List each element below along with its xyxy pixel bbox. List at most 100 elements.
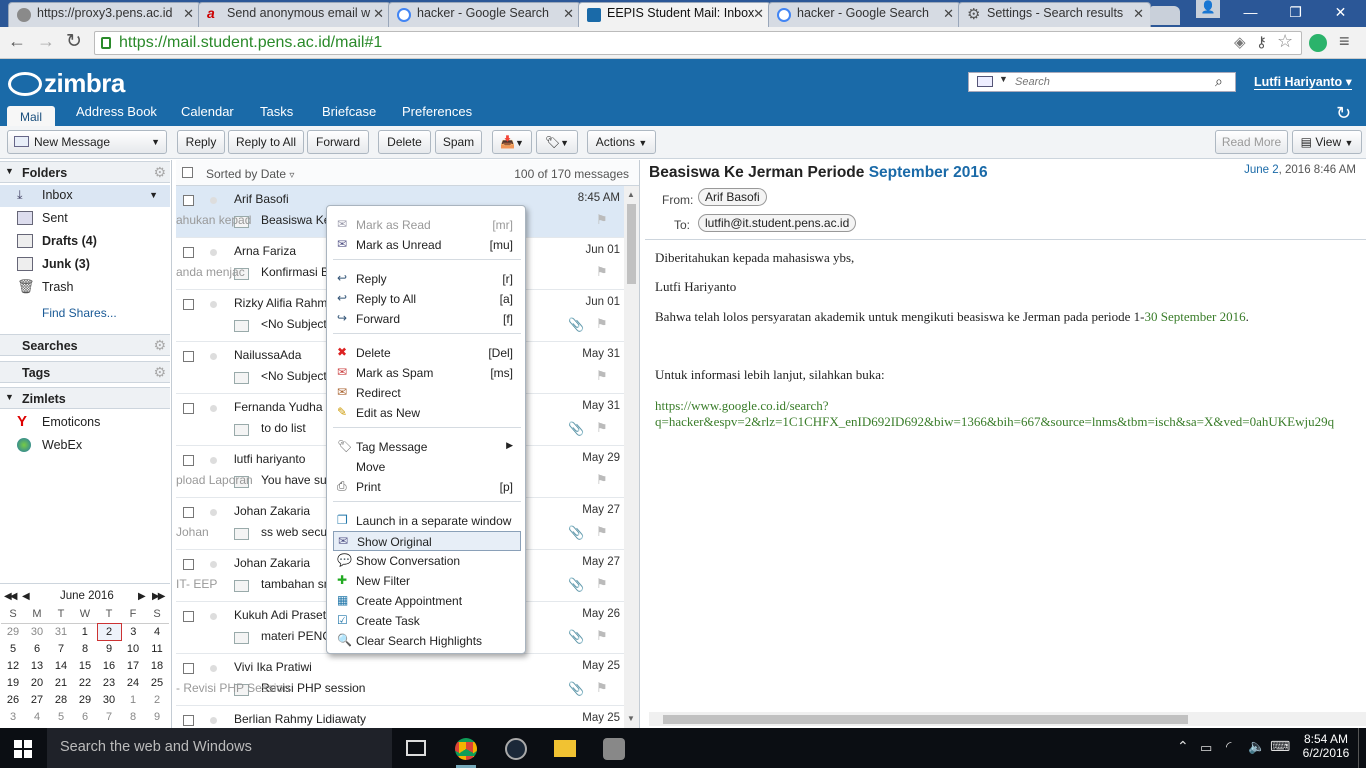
row-checkbox[interactable] xyxy=(183,299,194,310)
tab-calendar[interactable]: Calendar xyxy=(181,104,234,119)
tab-mail[interactable]: Mail xyxy=(7,106,55,128)
menu-item-create-appointment[interactable]: ▦ Create Appointment xyxy=(333,591,521,611)
calendar-day[interactable]: 4 xyxy=(25,708,49,725)
chevron-up-icon[interactable]: ⌃ xyxy=(1177,738,1189,755)
wifi-icon[interactable]: ◜ xyxy=(1226,738,1231,755)
task-view-icon[interactable] xyxy=(406,740,426,756)
zimlet-webex[interactable]: WebEx xyxy=(0,435,170,457)
calendar-day[interactable]: 22 xyxy=(73,674,97,691)
show-desktop-button[interactable] xyxy=(1358,728,1366,768)
close-tab-icon[interactable]: ✕ xyxy=(563,6,574,22)
calendar-day[interactable]: 3 xyxy=(121,623,145,640)
menu-item-redirect[interactable]: ✉ Redirect xyxy=(333,383,521,403)
profile-icon[interactable]: 👤 xyxy=(1196,0,1220,18)
folder-drafts[interactable]: Drafts (4) xyxy=(0,231,170,253)
file-explorer-icon[interactable] xyxy=(554,740,576,757)
close-tab-icon[interactable]: ✕ xyxy=(1133,6,1144,22)
back-icon[interactable]: ← xyxy=(8,31,26,52)
row-checkbox[interactable] xyxy=(183,507,194,518)
star-icon[interactable]: ☆ xyxy=(1277,31,1293,52)
calendar-day[interactable]: 13 xyxy=(25,657,49,674)
browser-tab-google-2[interactable]: hacker - Google Search ✕ xyxy=(768,2,961,27)
calendar-day[interactable]: 29 xyxy=(73,691,97,708)
collapse-icon[interactable]: ▼ xyxy=(5,392,14,402)
search-box[interactable]: ▼ ⌕ xyxy=(968,72,1236,92)
steam-icon[interactable] xyxy=(505,738,527,760)
menu-item-delete[interactable]: ✖ Delete [Del] xyxy=(333,343,521,363)
calendar-day[interactable]: 4 xyxy=(145,623,169,640)
calendar-day[interactable]: 5 xyxy=(1,640,25,657)
delete-button[interactable]: Delete xyxy=(378,130,431,154)
close-tab-icon[interactable]: ✕ xyxy=(183,6,194,22)
calendar-day[interactable]: 3 xyxy=(1,708,25,725)
sort-label[interactable]: Sorted by Date ▿ xyxy=(206,167,294,181)
folder-junk[interactable]: Junk (3) xyxy=(0,254,170,276)
folders-header[interactable]: ▼ Folders ⚙ xyxy=(0,161,170,183)
mail-search-type-icon[interactable] xyxy=(977,76,993,87)
search-input[interactable] xyxy=(1015,74,1205,90)
volume-icon[interactable]: 🔈 xyxy=(1248,738,1265,755)
calendar-day[interactable]: 21 xyxy=(49,674,73,691)
collapse-icon[interactable]: ▼ xyxy=(5,166,14,176)
flag-icon[interactable]: ⚑ xyxy=(596,524,608,540)
tab-briefcase[interactable]: Briefcase xyxy=(322,104,376,119)
read-more-button[interactable]: Read More xyxy=(1215,130,1288,154)
search-taskbar-input[interactable]: Search the web and Windows xyxy=(47,728,392,768)
read-status-icon[interactable] xyxy=(210,561,217,568)
zimbra-logo[interactable]: zimbra xyxy=(8,68,125,99)
read-status-icon[interactable] xyxy=(210,353,217,360)
read-status-icon[interactable] xyxy=(210,613,217,620)
next-year-icon[interactable]: ▶▶ xyxy=(152,591,165,602)
flag-icon[interactable]: ⚑ xyxy=(596,212,608,228)
search-icon[interactable]: ⌕ xyxy=(1215,73,1223,90)
menu-item-print[interactable]: ⎙ Print [p] xyxy=(333,477,521,497)
close-tab-icon[interactable]: ✕ xyxy=(943,6,954,22)
row-checkbox[interactable] xyxy=(183,247,194,258)
close-tab-icon[interactable]: ✕ xyxy=(753,6,764,22)
maximize-icon[interactable]: ❐ xyxy=(1273,0,1318,24)
calendar-day[interactable]: 7 xyxy=(49,640,73,657)
read-status-icon[interactable] xyxy=(210,249,217,256)
browser-tab-anon-email[interactable]: a Send anonymous email w ✕ xyxy=(198,2,391,27)
refresh-icon[interactable]: ↻ xyxy=(1336,103,1351,124)
calendar-day[interactable]: 19 xyxy=(1,674,25,691)
scrollbar-thumb[interactable] xyxy=(627,204,636,284)
chevron-down-icon[interactable]: ▼ xyxy=(999,74,1008,84)
read-status-icon[interactable] xyxy=(210,301,217,308)
calendar-day[interactable]: 26 xyxy=(1,691,25,708)
gear-icon[interactable]: ⚙ xyxy=(153,337,166,354)
calendar-day[interactable]: 28 xyxy=(49,691,73,708)
view-button[interactable]: ▤ View ▼ xyxy=(1292,130,1362,154)
find-shares-link[interactable]: Find Shares... xyxy=(42,306,117,320)
tab-tasks[interactable]: Tasks xyxy=(260,104,293,119)
select-all-checkbox[interactable] xyxy=(182,167,193,178)
calendar-month[interactable]: June 2016 xyxy=(60,590,114,602)
grammarly-icon[interactable] xyxy=(1309,34,1327,52)
browser-tab-google-1[interactable]: hacker - Google Search ✕ xyxy=(388,2,581,27)
calendar-day[interactable]: 31 xyxy=(49,623,73,640)
prev-year-icon[interactable]: ◀◀ xyxy=(4,591,17,602)
calendar-day[interactable]: 11 xyxy=(145,640,169,657)
url-bar[interactable]: https://mail.student.pens.ac.id/mail#1 xyxy=(94,31,1302,55)
row-checkbox[interactable] xyxy=(183,195,194,206)
flag-icon[interactable]: ⚑ xyxy=(596,316,608,332)
move-button[interactable]: 📥▼ xyxy=(492,130,532,154)
gear-icon[interactable]: ⚙ xyxy=(153,164,166,181)
menu-item-mark-as-unread[interactable]: ✉ Mark as Unread [mu] xyxy=(333,235,521,255)
menu-item-tag-message[interactable]: 🏷 Tag Message ▶ xyxy=(333,437,521,457)
windows-start-icon[interactable] xyxy=(14,740,32,758)
calendar-day[interactable]: 1 xyxy=(121,691,145,708)
folder-sent[interactable]: Sent xyxy=(0,208,170,230)
folder-trash[interactable]: 🗑 Trash xyxy=(0,277,170,299)
calendar-day[interactable]: 6 xyxy=(73,708,97,725)
calendar-day[interactable]: 9 xyxy=(145,708,169,725)
prev-month-icon[interactable]: ◀ xyxy=(22,591,30,602)
menu-item-show-original[interactable]: ✉ Show Original xyxy=(333,531,521,551)
forward-icon[interactable]: → xyxy=(37,31,55,52)
read-status-icon[interactable] xyxy=(210,717,217,724)
menu-item-mark-as-spam[interactable]: ✉ Mark as Spam [ms] xyxy=(333,363,521,383)
reload-icon[interactable]: ↻ xyxy=(66,30,82,53)
flag-icon[interactable]: ⚑ xyxy=(596,628,608,644)
menu-item-edit-as-new[interactable]: ✎ Edit as New xyxy=(333,403,521,423)
app-icon[interactable] xyxy=(603,738,625,760)
